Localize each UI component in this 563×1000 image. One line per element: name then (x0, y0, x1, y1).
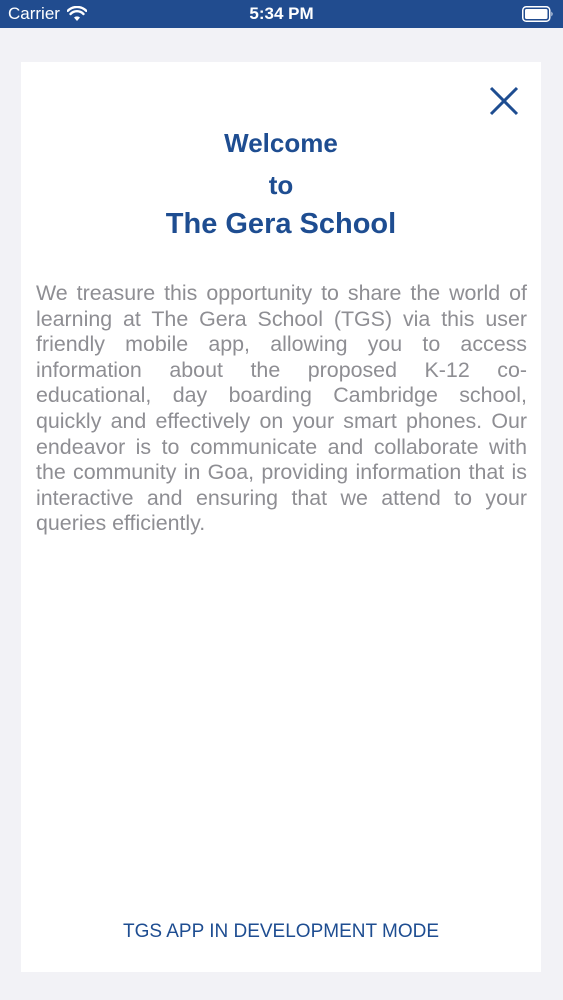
battery-icon (522, 6, 553, 22)
status-bar: Carrier 5:34 PM (0, 0, 563, 28)
welcome-card: Welcome to The Gera School We treasure t… (21, 62, 541, 972)
welcome-title: Welcome (224, 128, 338, 158)
school-name: The Gera School (165, 208, 397, 240)
welcome-message: We treasure this opportunity to share th… (36, 281, 527, 536)
close-icon[interactable] (487, 84, 521, 118)
dev-mode-label: TGS APP IN DEVELOPMENT MODE (122, 921, 440, 942)
welcome-to: to (268, 170, 294, 200)
status-time: 5:34 PM (249, 4, 314, 23)
